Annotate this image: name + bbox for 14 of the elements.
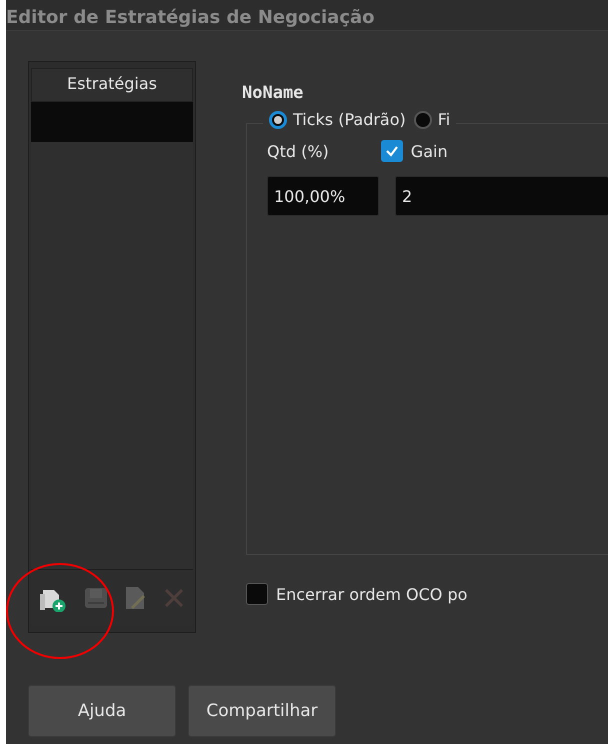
checkbox-icon — [246, 583, 268, 605]
oco-checkbox[interactable]: Encerrar ordem OCO po — [246, 583, 608, 605]
gain-checkbox[interactable]: Gain — [380, 140, 448, 162]
checkbox-icon — [380, 140, 403, 162]
window-title: Editor de Estratégias de Negociação — [6, 0, 608, 31]
footer-button[interactable]: Compartilhar — [188, 685, 336, 737]
footer-button[interactable]: Ajuda — [28, 685, 176, 737]
mode-radio[interactable]: Fi — [414, 110, 450, 129]
quantity-field[interactable]: 100,00% — [267, 176, 379, 216]
quantity-label: Qtd (%) — [267, 142, 329, 160]
mode-radio[interactable]: Ticks (Padrão) — [269, 110, 406, 129]
list-header: Estratégias — [31, 68, 193, 102]
strategy-name: NoName — [242, 83, 304, 103]
gain-field[interactable]: 2 — [395, 176, 608, 216]
